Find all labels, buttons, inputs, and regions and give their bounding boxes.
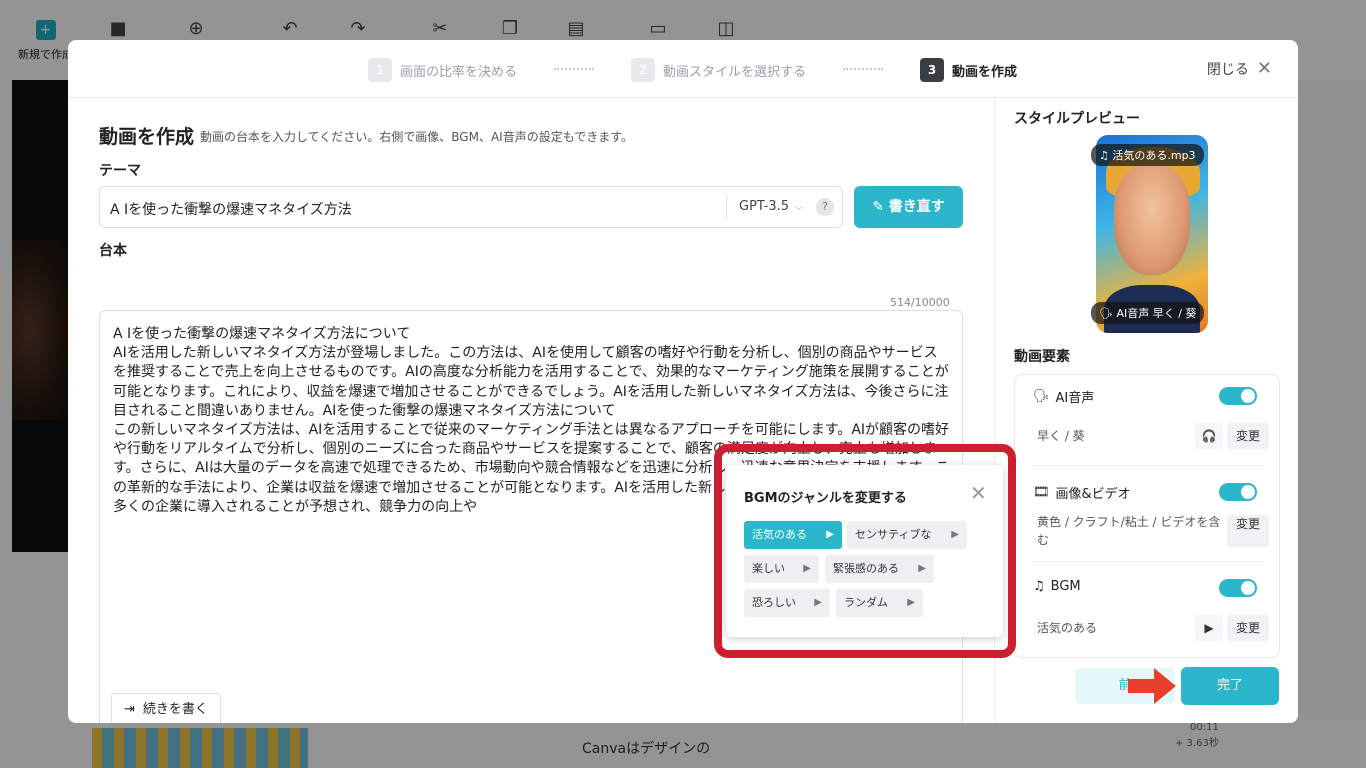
media-toggle[interactable]	[1219, 483, 1257, 501]
genre-lively[interactable]: 活気のある ▶	[744, 521, 842, 549]
step-2[interactable]: 2 動画スタイルを選択する	[631, 58, 806, 82]
media-header: 🎞 画像&ビデオ	[1033, 485, 1131, 502]
divider	[1031, 561, 1263, 562]
ai-voice-header: 🗣 AI音声	[1033, 389, 1095, 406]
popup-title: BGMのジャンルを変更する	[744, 491, 907, 506]
ai-voice-toggle[interactable]	[1219, 387, 1257, 405]
char-counter: 514/10000	[890, 296, 950, 309]
bgm-toggle[interactable]	[1219, 579, 1257, 597]
ai-voice-value: 早く / 葵	[1037, 429, 1085, 443]
image-video-icon: 🎞	[1033, 485, 1050, 500]
bgm-value: 活気のある	[1037, 621, 1098, 635]
music-note-icon: ♫	[1099, 149, 1113, 162]
theme-input-value: A Iを使った衝撃の爆速マネタイズ方法	[110, 202, 352, 218]
create-video-modal: 1 画面の比率を決める 2 動画スタイルを選択する 3 動画を作成 閉じる ✕ 動画を作…	[68, 40, 1298, 723]
media-value: 黄色 / クラフト/粘土 / ビデオを含む	[1037, 515, 1221, 547]
bgm-header: ♫ BGM	[1033, 579, 1081, 594]
theme-input[interactable]: A Iを使った衝撃の爆速マネタイズ方法 GPT-3.5 ⌵ ?	[99, 186, 843, 228]
video-elements-card: 🗣 AI音声 早く / 葵 🎧 変更 🎞 画像&ビデオ 黄色 / クラフト/粘土 /…	[1014, 374, 1280, 658]
chevron-down-icon: ⌵	[795, 202, 803, 213]
script-label: 台本	[99, 243, 127, 259]
done-button[interactable]: 完了	[1181, 667, 1279, 705]
rewrite-button[interactable]: ✎ 書き直す	[854, 186, 963, 228]
play-icon[interactable]: ▶	[826, 521, 834, 549]
help-icon[interactable]: ?	[816, 198, 834, 216]
genre-sensitive[interactable]: センサティブな ▶	[847, 521, 967, 549]
play-icon[interactable]: ▶	[814, 589, 822, 617]
close-button[interactable]: 閉じる ✕	[1207, 58, 1272, 79]
step-1[interactable]: 1 画面の比率を決める	[368, 58, 517, 82]
play-icon[interactable]: ▶	[803, 555, 811, 583]
elements-title: 動画要素	[1014, 349, 1070, 365]
play-icon[interactable]: ▶	[918, 555, 926, 583]
step-divider	[554, 68, 594, 70]
genre-tense[interactable]: 緊張感のある ▶	[825, 555, 934, 583]
voice-icon: 🗣	[1099, 307, 1117, 320]
genre-scary[interactable]: 恐ろしい ▶	[744, 589, 830, 617]
close-icon[interactable]: ✕	[970, 481, 987, 505]
model-select[interactable]: GPT-3.5 ⌵	[726, 195, 803, 219]
theme-label: テーマ	[99, 163, 141, 179]
play-icon[interactable]: ▶	[951, 521, 959, 549]
play-icon[interactable]: ▶	[1195, 615, 1223, 641]
voice-pill: 🗣 AI音声 早く / 葵	[1091, 302, 1205, 324]
close-icon: ✕	[1256, 58, 1272, 79]
page-title: 動画を作成	[99, 126, 195, 148]
bgm-genre-popup: BGMのジャンルを変更する ✕ 活気のある ▶ センサティブな ▶ 楽しい ▶ 緊張感…	[726, 465, 1003, 637]
divider	[1031, 465, 1263, 466]
music-note-icon: ♫	[1033, 579, 1045, 594]
page-subtitle: 動画の台本を入力してください。右側で画像、BGM、AI音声の設定もできます。	[200, 130, 634, 144]
play-icon[interactable]: ▶	[907, 589, 915, 617]
continue-writing-button[interactable]: ⇥ 続きを書く	[111, 693, 221, 723]
headphones-icon[interactable]: 🎧	[1195, 423, 1223, 449]
music-pill: ♫ 活気のある.mp3	[1091, 144, 1204, 166]
steps-bar: 1 画面の比率を決める 2 動画スタイルを選択する 3 動画を作成 閉じる ✕	[68, 40, 1298, 98]
media-change-button[interactable]: 変更	[1227, 515, 1269, 547]
step-divider	[843, 68, 883, 70]
magic-wand-icon: ✎	[872, 199, 889, 215]
bgm-change-button[interactable]: 変更	[1227, 615, 1269, 641]
voice-icon: 🗣	[1033, 389, 1050, 404]
settings-pane: スタイルプレビュー ♫ 活気のある.mp3 🗣 AI音声 早く / 葵 動画要素…	[994, 98, 1298, 723]
preview-face	[1114, 165, 1190, 275]
arrow-right-icon: ⇥	[124, 702, 135, 717]
red-arrow-annotation	[1128, 668, 1176, 704]
genre-fun[interactable]: 楽しい ▶	[744, 555, 819, 583]
ai-voice-change-button[interactable]: 変更	[1227, 423, 1269, 449]
genre-random[interactable]: ランダム ▶	[836, 589, 923, 617]
style-preview-title: スタイルプレビュー	[1014, 111, 1140, 127]
step-3[interactable]: 3 動画を作成	[920, 58, 1017, 82]
